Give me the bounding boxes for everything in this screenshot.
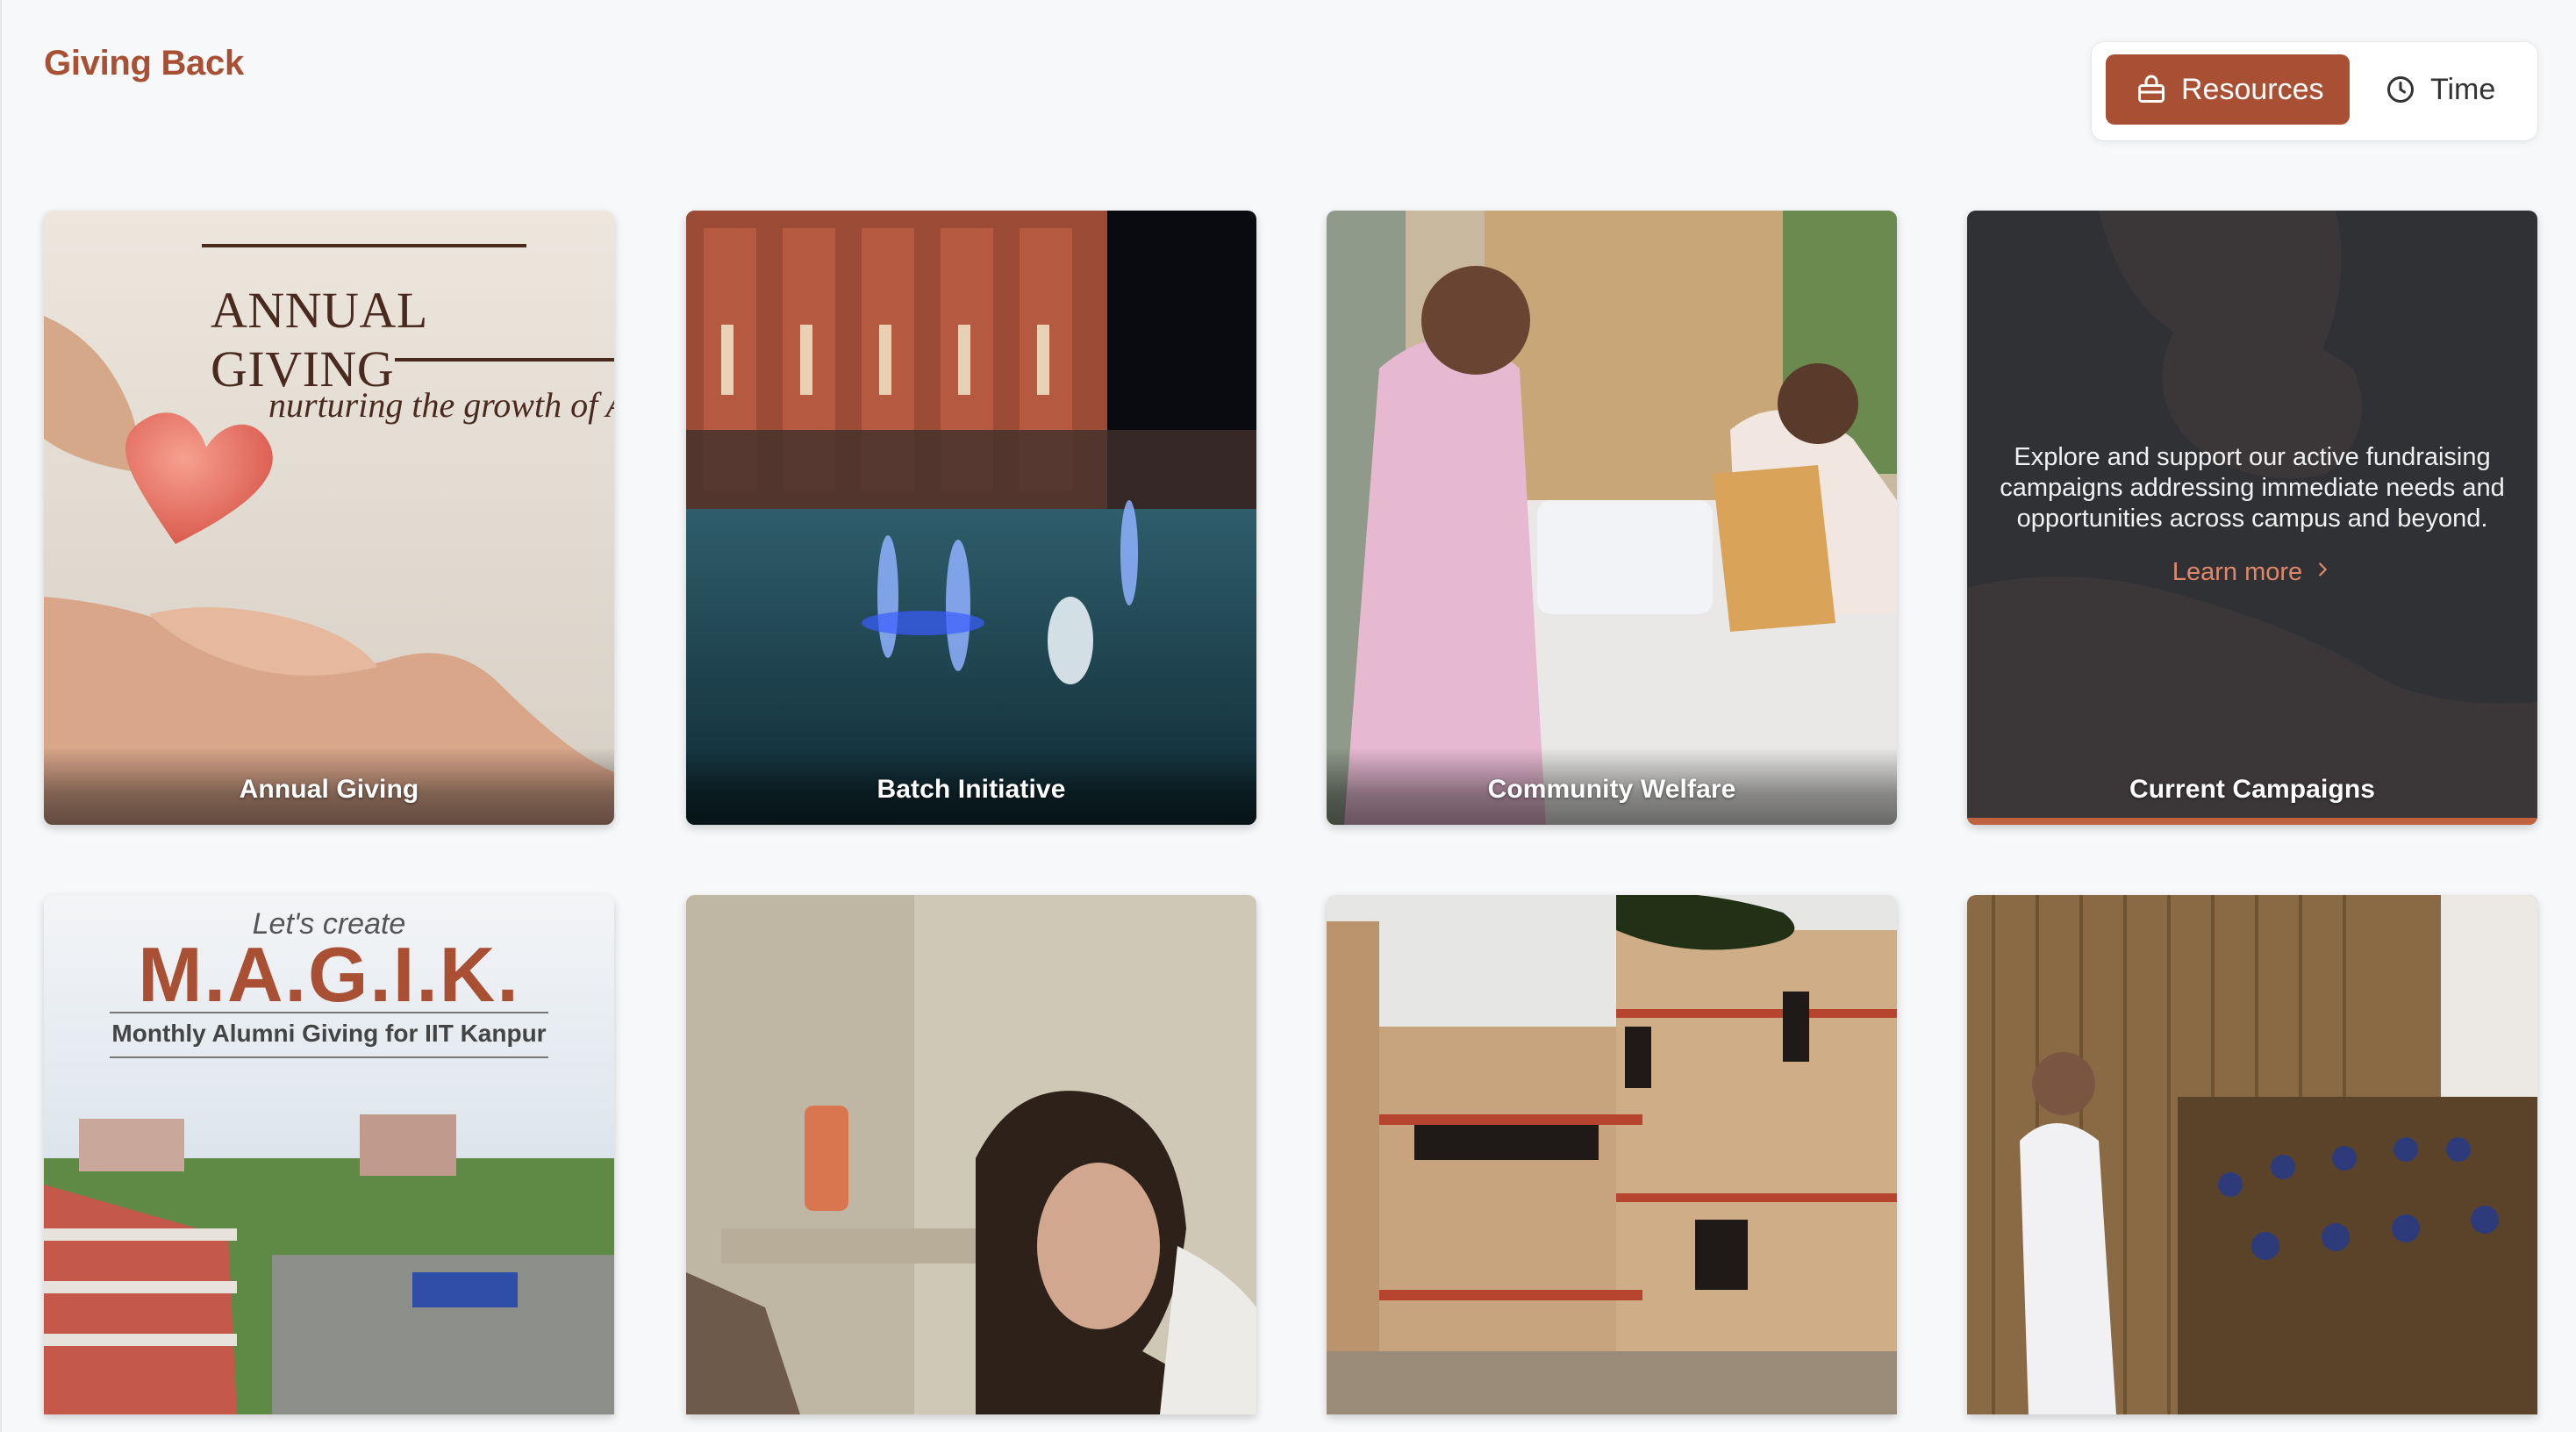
annual-giving-art-subtitle: nurturing the growth of A — [268, 385, 614, 425]
learn-more-link[interactable]: Learn more — [1967, 558, 2537, 587]
card-community-welfare[interactable]: Community Welfare — [1327, 211, 1897, 825]
card-student[interactable] — [686, 895, 1256, 1414]
annual-giving-art-title: ANNUAL GIVING — [211, 282, 426, 397]
chevron-right-icon — [2313, 557, 2332, 586]
lecture-image — [1967, 895, 2537, 1414]
card-label: Batch Initiative — [877, 775, 1066, 804]
card-label: Annual Giving — [239, 775, 419, 804]
time-label: Time — [2430, 72, 2496, 106]
active-card-underline — [1967, 818, 2537, 825]
resources-label: Resources — [2181, 72, 2324, 106]
page-title: Giving Back — [44, 44, 244, 82]
community-welfare-image — [1327, 211, 1897, 825]
card-label-bar: Annual Giving — [44, 748, 614, 825]
magik-title: M.A.G.I.K. — [138, 931, 520, 1018]
card-label: Current Campaigns — [2129, 775, 2376, 804]
card-magik[interactable]: Let's create M.A.G.I.K. Monthly Alumni G… — [44, 895, 614, 1414]
card-lecture[interactable] — [1967, 895, 2537, 1414]
card-label-bar: Community Welfare — [1327, 748, 1897, 825]
campaigns-description: Explore and support our active fundraisi… — [2000, 443, 2505, 533]
learn-more-label: Learn more — [2172, 558, 2303, 586]
card-building[interactable] — [1327, 895, 1897, 1414]
page: Giving Back Resources Time ANNUAL GIVING… — [0, 0, 2576, 1432]
card-label-bar: Batch Initiative — [686, 748, 1256, 825]
card-batch-initiative[interactable]: Batch Initiative — [686, 211, 1256, 825]
card-label: Community Welfare — [1487, 775, 1736, 804]
card-current-campaigns[interactable]: Explore and support our active fundraisi… — [1967, 211, 2537, 825]
batch-initiative-image — [686, 211, 1256, 825]
building-image — [1327, 895, 1897, 1414]
resources-button[interactable]: Resources — [2106, 54, 2350, 125]
clock-icon — [2387, 76, 2414, 103]
student-image — [686, 895, 1256, 1414]
card-annual-giving[interactable]: ANNUAL GIVING nurturing the growth of A … — [44, 211, 614, 825]
magik-subtitle: Monthly Alumni Giving for IIT Kanpur — [111, 1020, 547, 1047]
view-toggle: Resources Time — [2092, 42, 2537, 140]
time-button[interactable]: Time — [2374, 54, 2523, 125]
card-label-bar: Current Campaigns — [1967, 748, 2537, 825]
briefcase-icon — [2138, 75, 2165, 103]
